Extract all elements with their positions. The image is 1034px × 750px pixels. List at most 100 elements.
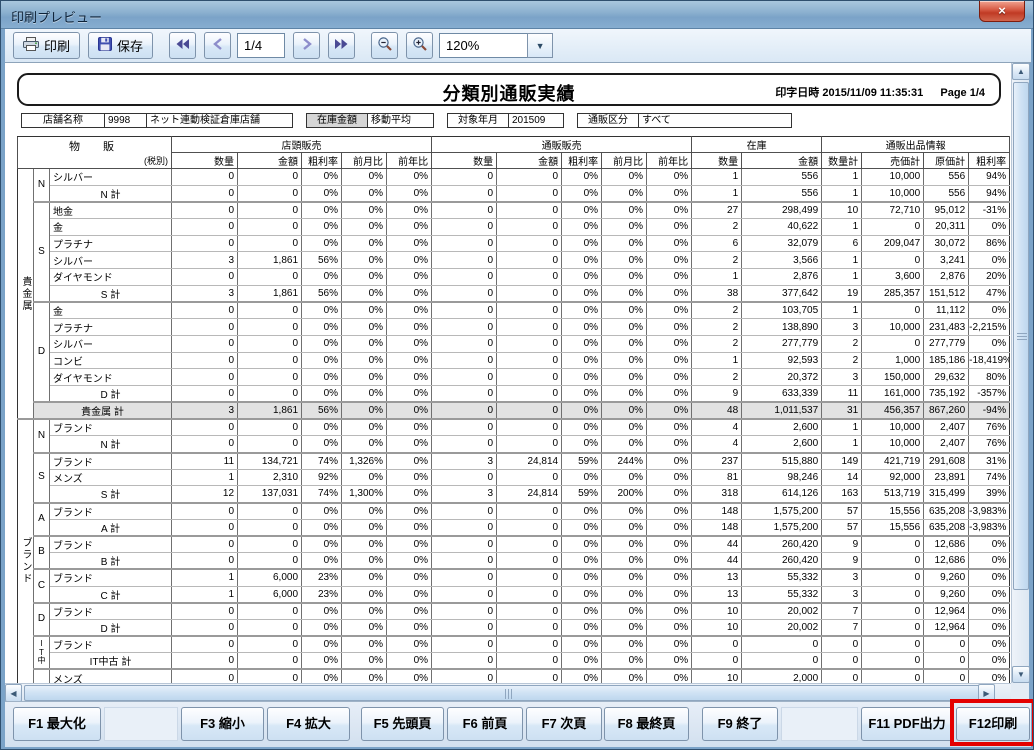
table-cell: 13: [692, 586, 742, 603]
subtotal-label: D 計: [50, 385, 172, 402]
table-cell: 0: [432, 369, 497, 386]
table-cell: 0: [238, 235, 302, 252]
print-preview-window: 印刷プレビュー × 印刷 保存: [0, 0, 1034, 750]
table-cell: 0%: [562, 252, 602, 269]
table-cell: 0: [432, 402, 497, 419]
f9-button[interactable]: F9 終了: [702, 707, 778, 741]
horizontal-scrollbar[interactable]: ◀ ▶: [5, 683, 1013, 701]
table-cell: 0: [497, 219, 562, 236]
table-cell: 0%: [342, 586, 387, 603]
table-cell: 456,357: [862, 402, 924, 419]
table-cell: 76%: [969, 436, 1010, 453]
table-cell: 0%: [647, 369, 692, 386]
horizontal-scroll-thumb[interactable]: [24, 685, 992, 701]
close-button[interactable]: ×: [979, 1, 1025, 22]
f1-button[interactable]: F1 最大化: [13, 707, 101, 741]
scroll-left-button[interactable]: ◀: [5, 684, 22, 702]
vertical-scrollbar[interactable]: ▲ ▼: [1011, 63, 1029, 683]
table-cell: 0: [432, 603, 497, 620]
last-page-button[interactable]: [328, 32, 355, 59]
zoom-out-button[interactable]: [371, 32, 398, 59]
f7-button[interactable]: F7 次頁: [526, 707, 602, 741]
table-cell: 185,186: [924, 352, 969, 369]
function-key-bar: F1 最大化 F3 縮小F4 拡大 F5 先頭頁F6 前頁F7 次頁F8 最終頁 F9…: [5, 701, 1031, 747]
table-cell: 0%: [602, 269, 647, 286]
next-page-button[interactable]: [293, 32, 320, 59]
table-cell: 3: [432, 486, 497, 503]
table-cell: 0: [238, 603, 302, 620]
table-row: S 計12137,03174%1,300%0%324,81459%200%0%3…: [18, 486, 1010, 503]
save-button[interactable]: 保存: [88, 32, 153, 59]
table-cell: 0%: [562, 202, 602, 219]
table-cell: 0: [862, 669, 924, 683]
f6-button[interactable]: F6 前頁: [447, 707, 523, 741]
table-cell: 1,861: [238, 285, 302, 302]
f5-button[interactable]: F5 先頭頁: [361, 707, 444, 741]
close-icon: ×: [998, 3, 1006, 18]
table-cell: 1: [172, 586, 238, 603]
f8-button[interactable]: F8 最終頁: [604, 707, 689, 741]
table-cell: 1,575,200: [742, 503, 822, 520]
block-letter: N: [34, 419, 50, 452]
prev-page-button[interactable]: [204, 32, 231, 59]
scroll-up-button[interactable]: ▲: [1012, 63, 1030, 80]
table-row: A 計000%0%0%000%0%0%1481,575,2005715,5566…: [18, 519, 1010, 536]
item-label: プラチナ: [50, 319, 172, 336]
table-cell: 0%: [387, 519, 432, 536]
scroll-right-button[interactable]: ▶: [978, 684, 995, 702]
table-cell: 55,332: [742, 569, 822, 586]
f4-button[interactable]: F4 拡大: [267, 707, 350, 741]
table-cell: 19: [822, 285, 862, 302]
item-label: シルバー: [50, 252, 172, 269]
table-cell: 0%: [387, 619, 432, 636]
table-cell: 0: [497, 603, 562, 620]
zoom-in-button[interactable]: [406, 32, 433, 59]
table-cell: 0: [432, 335, 497, 352]
table-cell: 0%: [562, 519, 602, 536]
f11-button[interactable]: F11 PDF出力: [861, 707, 953, 741]
scroll-down-button[interactable]: ▼: [1012, 666, 1030, 683]
table-cell: 0: [497, 302, 562, 319]
vertical-scroll-thumb[interactable]: [1013, 82, 1029, 590]
table-cell: 0%: [602, 519, 647, 536]
table-cell: 0%: [562, 235, 602, 252]
table-cell: 0%: [647, 486, 692, 503]
first-page-button[interactable]: [169, 32, 196, 59]
table-row: IT中古 計000%0%0%000%0%0%000000%: [18, 653, 1010, 670]
table-row: C 計16,00023%0%0%000%0%0%1355,332309,2600…: [18, 586, 1010, 603]
table-cell: 0: [497, 619, 562, 636]
table-cell: 0: [862, 603, 924, 620]
table-cell: 0: [432, 569, 497, 586]
page-input[interactable]: [237, 33, 285, 58]
print-button[interactable]: 印刷: [13, 32, 80, 59]
table-cell: -31%: [969, 202, 1010, 219]
table-cell: 80%: [969, 369, 1010, 386]
table-cell: 1: [822, 436, 862, 453]
table-cell: 0%: [302, 185, 342, 202]
column-header: 原価計: [924, 153, 969, 169]
zoom-dropdown-button[interactable]: ▼: [527, 33, 553, 58]
table-cell: 0: [497, 285, 562, 302]
table-cell: 0%: [387, 569, 432, 586]
f12-button[interactable]: F12印刷: [956, 707, 1030, 741]
table-cell: 56%: [302, 252, 342, 269]
zoom-select[interactable]: 120% ▼: [439, 33, 553, 58]
table-cell: 0: [432, 436, 497, 453]
table-cell: 0: [238, 619, 302, 636]
table-cell: -3,983%: [969, 519, 1010, 536]
f3-button[interactable]: F3 縮小: [181, 707, 264, 741]
table-cell: 0%: [342, 302, 387, 319]
table-cell: 0%: [387, 503, 432, 520]
table-cell: 1,861: [238, 252, 302, 269]
table-cell: 0%: [562, 669, 602, 683]
scroll-up-icon: ▲: [1017, 67, 1025, 76]
item-label: 地金: [50, 202, 172, 219]
table-cell: 0%: [387, 169, 432, 186]
section-label: 貴金属: [18, 169, 34, 420]
table-cell: 24,814: [497, 486, 562, 503]
table-cell: 0: [692, 653, 742, 670]
table-cell: 0%: [647, 352, 692, 369]
table-cell: 0%: [387, 385, 432, 402]
scrollbar-corner: [1011, 683, 1029, 701]
table-cell: 0: [497, 519, 562, 536]
